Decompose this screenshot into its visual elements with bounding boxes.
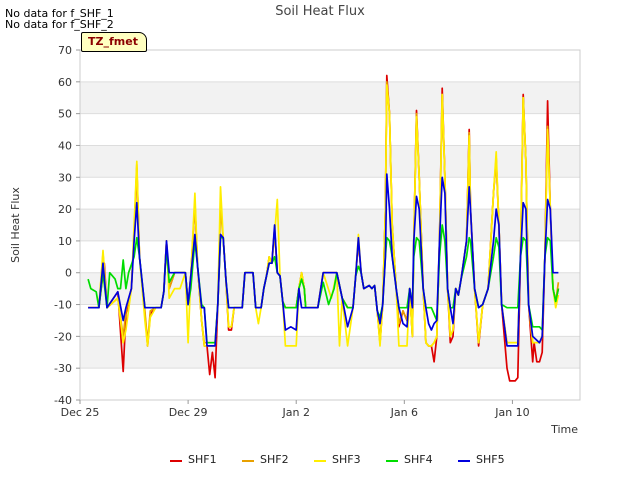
grid-band	[80, 113, 580, 146]
x-tick-label: Jan 10	[494, 406, 529, 419]
chart-title: Soil Heat Flux	[275, 4, 365, 19]
site-tag: TZ_fmet	[81, 32, 147, 52]
grid-band	[80, 177, 580, 210]
legend: SHF1 SHF2 SHF3 SHF4 SHF5	[0, 452, 640, 468]
legend-label: SHF3	[332, 453, 361, 466]
y-tick-label: 20	[58, 203, 72, 216]
legend-label: SHF4	[404, 453, 433, 466]
legend-swatch	[170, 460, 182, 462]
y-tick-label: 60	[58, 76, 72, 89]
legend-item-shf3: SHF3	[314, 452, 378, 468]
soil-heat-flux-chart: Soil Heat Flux -40-30-20-100102030405060…	[9, 4, 581, 436]
grid-band	[80, 50, 580, 82]
y-tick-label: 10	[58, 235, 72, 248]
legend-item-shf5: SHF5	[458, 452, 522, 468]
legend-item-shf4: SHF4	[386, 452, 450, 468]
x-axis-label: Time	[550, 423, 578, 436]
grid-band	[80, 81, 580, 114]
x-tick-label: Dec 29	[169, 406, 208, 419]
y-tick-label: -10	[54, 299, 72, 312]
legend-swatch	[386, 460, 398, 462]
y-axis-label: Soil Heat Flux	[9, 187, 22, 263]
legend-swatch	[458, 460, 470, 462]
legend-item-shf2: SHF2	[242, 452, 306, 468]
y-tick-label: 40	[58, 139, 72, 152]
grid-band	[80, 145, 580, 178]
grid-band	[80, 240, 580, 273]
y-tick-label: 0	[65, 267, 72, 280]
legend-label: SHF1	[188, 453, 217, 466]
grid-band	[80, 209, 580, 241]
legend-item-shf1: SHF1	[170, 452, 234, 468]
legend-label: SHF5	[476, 453, 505, 466]
y-tick-label: -30	[54, 362, 72, 375]
legend-swatch	[242, 460, 254, 462]
y-tick-label: -20	[54, 330, 72, 343]
x-tick-label: Jan 2	[281, 406, 309, 419]
legend-label: SHF2	[260, 453, 289, 466]
y-tick-label: 50	[58, 108, 72, 121]
y-tick-label: 30	[58, 171, 72, 184]
x-tick-label: Jan 6	[390, 406, 418, 419]
grid-band	[80, 368, 580, 400]
legend-swatch	[314, 460, 326, 462]
x-tick-label: Dec 25	[61, 406, 100, 419]
y-tick-label: 70	[58, 44, 72, 57]
